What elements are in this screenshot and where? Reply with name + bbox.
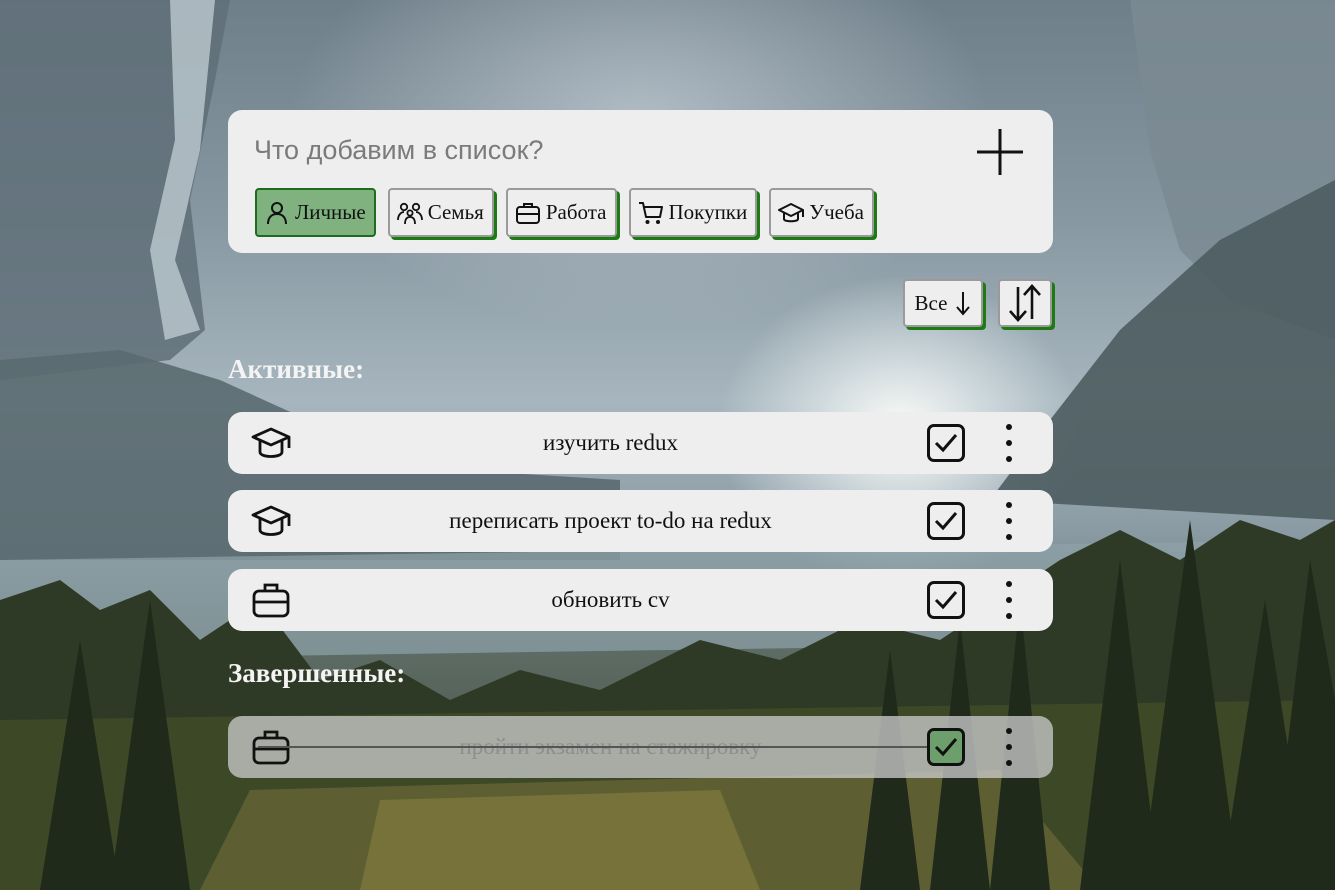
category-button-family[interactable]: Семья [387, 188, 494, 237]
task-item: обновить cv [228, 569, 1053, 631]
graduation-cap-icon [778, 202, 805, 222]
strikethrough-line [258, 746, 948, 748]
checkmark-icon [934, 591, 958, 610]
active-section-title: Активные: [228, 354, 365, 384]
checkmark-icon [934, 738, 958, 757]
category-label: Семья [427, 200, 484, 224]
cart-icon [638, 201, 663, 224]
category-label: Учеба [809, 200, 865, 224]
graduation-cap-icon [251, 505, 291, 536]
briefcase-icon [252, 583, 290, 618]
sort-order-button[interactable] [998, 279, 1052, 327]
complete-checkbox[interactable] [927, 728, 965, 766]
filter-button[interactable]: Все [903, 279, 983, 327]
task-text: изучить redux [543, 430, 678, 455]
category-label: Работа [545, 200, 607, 224]
task-menu-button[interactable] [998, 422, 1020, 464]
task-text: переписать проект to-do на redux [449, 508, 772, 533]
task-item: переписать проект to-do на redux [228, 490, 1053, 552]
briefcase-icon [515, 202, 540, 224]
complete-checkbox[interactable] [927, 581, 965, 619]
complete-checkbox[interactable] [927, 424, 965, 462]
category-button-work[interactable]: Работа [505, 188, 617, 237]
family-icon [396, 202, 423, 224]
complete-checkbox[interactable] [927, 502, 965, 540]
sort-arrows-icon [1009, 284, 1041, 322]
category-button-personal[interactable]: Личные [255, 188, 376, 237]
category-selector: Личные Семья Работа Покупки Учеба [255, 188, 875, 237]
task-item-done: пройти экзамен на стажировку [228, 716, 1053, 778]
category-button-shopping[interactable]: Покупки [628, 188, 758, 237]
task-text: обновить cv [551, 587, 670, 612]
filter-label: Все [914, 290, 948, 315]
task-item: изучить redux [228, 412, 1053, 474]
task-menu-button[interactable] [998, 500, 1020, 542]
checkmark-icon [934, 434, 958, 453]
task-menu-button[interactable] [998, 726, 1020, 768]
add-task-panel: Личные Семья Работа [228, 110, 1053, 253]
category-label: Покупки [668, 200, 748, 224]
category-button-study[interactable]: Учеба [769, 188, 875, 237]
person-icon [267, 201, 287, 224]
plus-icon [977, 129, 1023, 175]
checkmark-icon [934, 512, 958, 531]
add-task-button[interactable] [974, 126, 1026, 178]
graduation-cap-icon [251, 427, 291, 458]
task-menu-button[interactable] [998, 579, 1020, 621]
arrow-down-icon [956, 292, 971, 316]
new-task-input[interactable] [254, 130, 934, 170]
category-label: Личные [295, 200, 366, 224]
done-section-title: Завершенные: [228, 658, 406, 688]
